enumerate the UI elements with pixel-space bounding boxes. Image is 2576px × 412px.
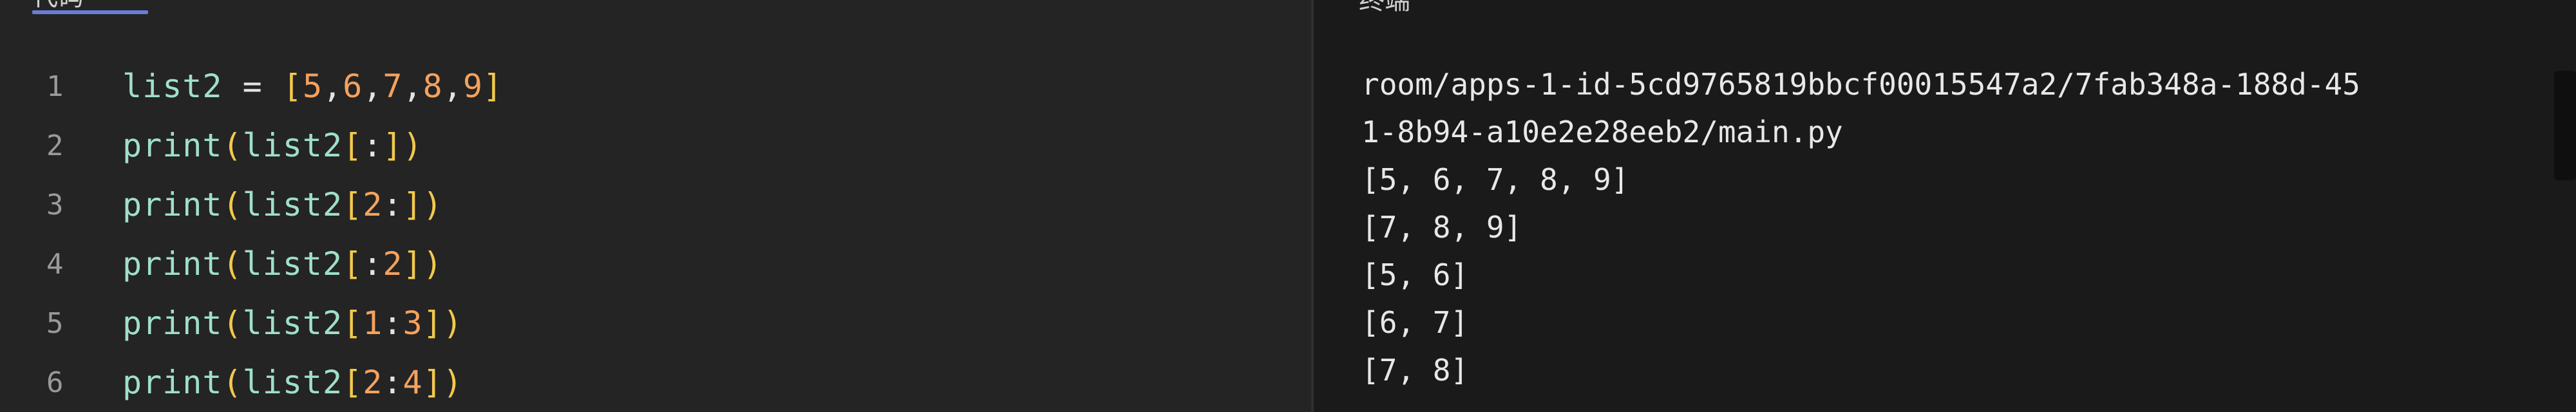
terminal-line: [5, 6] xyxy=(1361,258,1469,292)
code-token: ( xyxy=(222,304,243,342)
code-token: ] xyxy=(383,127,403,164)
code-editor-pane[interactable]: 代码 1list2 = [5,6,7,8,9]2print(list2[:])3… xyxy=(0,0,1311,412)
code-token: , xyxy=(323,68,343,105)
code-token: [ xyxy=(343,245,363,283)
terminal-line: [7, 8, 9] xyxy=(1361,210,1522,245)
tab-code[interactable]: 代码 xyxy=(32,0,148,17)
line-code: print(list2[1:3]) xyxy=(122,304,463,342)
terminal-line: 1-8b94-a10e2e28eeb2/main.py xyxy=(1361,115,1843,149)
code-token: list2 xyxy=(242,127,343,164)
code-token: ) xyxy=(402,127,423,164)
line-code: list2 = [5,6,7,8,9] xyxy=(122,68,503,105)
code-token: [ xyxy=(343,364,363,401)
code-token: list2 xyxy=(242,186,343,223)
code-line[interactable]: 3 print(list2[2:]) xyxy=(0,175,503,234)
line-code: print(list2[2:4]) xyxy=(122,364,463,401)
code-line[interactable]: 4 print(list2[:2]) xyxy=(0,234,503,294)
code-token: : xyxy=(383,304,403,342)
code-token: ) xyxy=(442,364,463,401)
code-lines: 1 list2 = [5,6,7,8,9] 2 print(list2[:]) 3 pri… xyxy=(0,57,503,412)
code-token: [ xyxy=(343,127,363,164)
code-token: ] xyxy=(402,186,423,223)
code-token: [ xyxy=(282,68,303,105)
line-number: 4 xyxy=(46,247,64,281)
terminal-scrollbar[interactable] xyxy=(2554,71,2576,180)
code-token: ] xyxy=(402,245,423,283)
code-token: 8 xyxy=(422,68,443,105)
code-token: , xyxy=(442,68,463,105)
code-token: ) xyxy=(442,304,463,342)
code-token: , xyxy=(402,68,423,105)
code-line[interactable]: 2 print(list2[:]) xyxy=(0,116,503,175)
terminal-pane[interactable]: 终端 room/apps-1-id-5cd9765819bbcf00015547… xyxy=(1314,0,2576,412)
line-number: 1 xyxy=(46,70,64,103)
terminal-line: room/apps-1-id-5cd9765819bbcf00015547a2/… xyxy=(1361,67,2360,102)
code-token: 7 xyxy=(383,68,403,105)
code-token: ( xyxy=(222,127,243,164)
code-token: : xyxy=(363,245,383,283)
line-number: 3 xyxy=(46,188,64,221)
code-token: ] xyxy=(422,304,443,342)
code-token: ( xyxy=(222,364,243,401)
code-token: [ xyxy=(343,304,363,342)
code-token: print xyxy=(122,245,223,283)
terminal-line: [7, 8] xyxy=(1361,353,1469,388)
code-token: ) xyxy=(422,245,443,283)
app-window: 代码 1list2 = [5,6,7,8,9]2print(list2[:])3… xyxy=(0,0,2576,412)
code-token: = xyxy=(222,68,283,105)
line-code: print(list2[:2]) xyxy=(122,245,443,283)
line-number: 6 xyxy=(46,366,64,399)
tab-terminal-label: 终端 xyxy=(1359,0,1410,15)
code-token: list2 xyxy=(242,304,343,342)
code-token: 3 xyxy=(402,304,423,342)
code-token: ] xyxy=(482,68,504,105)
code-token: 2 xyxy=(383,245,403,283)
code-token: 4 xyxy=(402,364,423,401)
code-token: [ xyxy=(343,186,363,223)
code-token: list2 xyxy=(242,245,343,283)
line-code: print(list2[2:]) xyxy=(122,186,443,223)
code-token: ) xyxy=(422,186,443,223)
code-token: print xyxy=(122,304,223,342)
code-token: ( xyxy=(222,245,243,283)
code-token: list2 xyxy=(242,364,343,401)
code-token: print xyxy=(122,186,223,223)
code-token: ( xyxy=(222,186,243,223)
code-token: , xyxy=(363,68,383,105)
terminal-output: room/apps-1-id-5cd9765819bbcf00015547a2/… xyxy=(1361,61,2360,394)
code-line[interactable]: 1 list2 = [5,6,7,8,9] xyxy=(0,57,503,116)
line-number: 5 xyxy=(46,306,64,340)
code-token: 9 xyxy=(462,68,483,105)
code-line[interactable]: 5 print(list2[1:3]) xyxy=(0,294,503,353)
terminal-line: [5, 6, 7, 8, 9] xyxy=(1361,162,1629,197)
code-token: 2 xyxy=(363,364,383,401)
active-tab-indicator xyxy=(32,10,148,14)
tab-terminal[interactable]: 终端 xyxy=(1359,0,1488,17)
code-token: print xyxy=(122,364,223,401)
code-token: list2 xyxy=(122,68,223,105)
line-code: print(list2[:]) xyxy=(122,127,423,164)
line-number: 2 xyxy=(46,129,64,162)
terminal-line: [6, 7] xyxy=(1361,305,1469,340)
code-token: print xyxy=(122,127,223,164)
code-token: 2 xyxy=(363,186,383,223)
code-token: : xyxy=(363,127,383,164)
code-token: : xyxy=(383,186,403,223)
code-line[interactable]: 6 print(list2[2:4]) xyxy=(0,353,503,412)
code-token: 6 xyxy=(343,68,363,105)
code-token: 5 xyxy=(302,68,323,105)
code-token: 1 xyxy=(363,304,383,342)
code-token: : xyxy=(383,364,403,401)
code-token: ] xyxy=(422,364,443,401)
